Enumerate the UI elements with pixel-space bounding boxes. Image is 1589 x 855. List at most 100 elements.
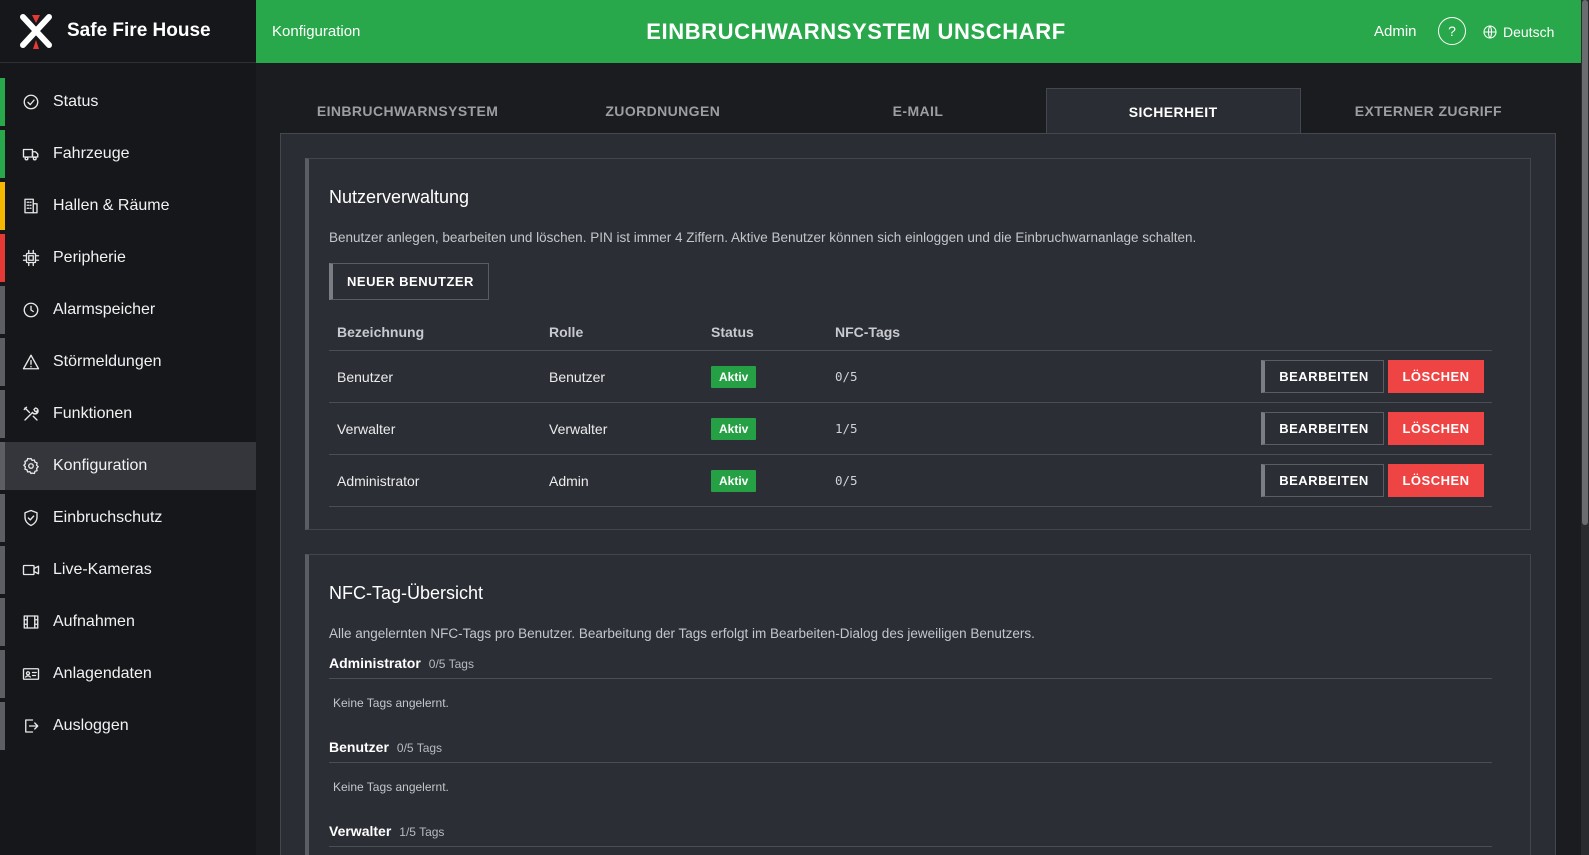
nfc-overview-card: NFC-Tag-Übersicht Alle angelernten NFC-T… [305,554,1531,855]
sidebar-nav: Status Fahrzeuge Hallen & Räume Peripher… [0,78,256,754]
table-row: Benutzer Benutzer Aktiv 0/5 BEARBEITEN L… [329,351,1492,403]
brand[interactable]: Safe Fire House [0,0,256,63]
user-name[interactable]: Admin [1374,23,1417,40]
users-table: Bezeichnung Rolle Status NFC-Tags Benutz… [329,313,1492,507]
app-name: Safe Fire House [67,20,211,41]
page-title: EINBRUCHWARNSYSTEM UNSCHARF [646,18,1066,44]
tab-zuordnungen[interactable]: ZUORDNUNGEN [535,88,790,134]
table-header: Bezeichnung Rolle Status NFC-Tags [329,313,1492,351]
sidebar-item-einbruchschutz[interactable]: Einbruchschutz [0,494,256,542]
nfc-group-benutzer: Benutzer 0/5 Tags Keine Tags angelernt. [329,739,1492,794]
column-header: Rolle [549,323,584,340]
sidebar-item-status[interactable]: Status [0,78,256,126]
globe-icon [1483,24,1497,39]
user-name-cell: Administrator [337,472,420,489]
sidebar-item-funktionen[interactable]: Funktionen [0,390,256,438]
table-row: Administrator Admin Aktiv 0/5 BEARBEITEN… [329,455,1492,507]
new-user-button[interactable]: NEUER BENUTZER [329,263,489,300]
row-actions: BEARBEITEN LÖSCHEN [1261,464,1484,497]
truck-icon [22,145,40,163]
status-indicator [0,494,5,542]
delete-button[interactable]: LÖSCHEN [1388,360,1484,393]
language-selector[interactable]: Deutsch [1482,24,1554,40]
edit-button[interactable]: BEARBEITEN [1261,412,1384,445]
sidebar-item-alarmspeicher[interactable]: Alarmspeicher [0,286,256,334]
shield-icon [22,509,40,527]
gear-icon [22,457,40,475]
sidebar-item-label: Ausloggen [53,717,129,734]
sidebar-item-anlagendaten[interactable]: Anlagendaten [0,650,256,698]
row-actions: BEARBEITEN LÖSCHEN [1261,412,1484,445]
sidebar-item-fahrzeuge[interactable]: Fahrzeuge [0,130,256,178]
nfc-group-name: Administrator [329,655,421,671]
status-indicator [0,650,5,698]
nfc-group-header: Verwalter 1/5 Tags [329,823,1492,847]
tab-sicherheit[interactable]: SICHERHEIT [1045,88,1301,134]
sidebar-item-label: Anlagendaten [53,665,152,682]
nfc-empty-message: Keine Tags angelernt. [333,780,449,794]
tab-email[interactable]: E-MAIL [790,88,1045,134]
column-header: Bezeichnung [337,323,425,340]
status-indicator [0,390,5,438]
sidebar-item-aufnahmen[interactable]: Aufnahmen [0,598,256,646]
row-actions: BEARBEITEN LÖSCHEN [1261,360,1484,393]
sidebar-item-label: Konfiguration [53,457,148,474]
user-name-cell: Benutzer [337,368,394,385]
status-indicator [0,182,5,230]
status-badge: Aktiv [711,469,757,492]
sidebar-item-hallen[interactable]: Hallen & Räume [0,182,256,230]
logout-icon [22,717,40,735]
status-badge: Aktiv [711,417,757,440]
nfc-group-header: Administrator 0/5 Tags [329,655,1492,679]
sidebar-item-live-kameras[interactable]: Live-Kameras [0,546,256,594]
chip-icon [22,249,40,267]
nfc-group-count: 1/5 Tags [399,825,445,839]
nfc-group-count: 0/5 Tags [396,741,443,755]
film-icon [22,613,40,631]
id-card-icon [22,665,40,683]
user-role-cell: Admin [549,472,589,489]
user-management-card: Nutzerverwaltung Benutzer anlegen, bearb… [305,158,1531,530]
sidebar-item-label: Funktionen [53,405,133,422]
delete-button[interactable]: LÖSCHEN [1388,464,1484,497]
sidebar: Safe Fire House Status Fahrzeuge Hallen … [0,0,256,855]
status-indicator [0,702,5,750]
edit-button[interactable]: BEARBEITEN [1261,464,1384,497]
status-indicator [0,338,5,386]
logo-icon [20,13,52,49]
nfc-group-name: Verwalter [329,823,392,839]
sidebar-item-label: Fahrzeuge [53,145,130,162]
tab-content: Nutzerverwaltung Benutzer anlegen, bearb… [280,133,1556,855]
status-indicator [0,286,5,334]
sidebar-item-label: Aufnahmen [53,613,135,630]
sidebar-item-label: Einbruchschutz [53,509,163,526]
scrollbar[interactable] [1581,0,1589,855]
edit-button[interactable]: BEARBEITEN [1261,360,1384,393]
nfc-group-header: Benutzer 0/5 Tags [329,739,1492,763]
tab-einbruchwarnsystem[interactable]: EINBRUCHWARNSYSTEM [280,88,535,134]
sidebar-item-label: Störmeldungen [53,353,162,370]
check-circle-icon [22,93,40,111]
status-indicator [0,598,5,646]
sidebar-item-label: Alarmspeicher [53,301,156,318]
tab-bar: EINBRUCHWARNSYSTEM ZUORDNUNGEN E-MAIL SI… [280,88,1556,134]
section-description: Alle angelernten NFC-Tags pro Benutzer. … [329,626,1035,641]
nfc-group-count: 0/5 Tags [428,657,474,671]
sidebar-item-peripherie[interactable]: Peripherie [0,234,256,282]
help-button[interactable]: ? [1438,17,1466,45]
tab-externer-zugriff[interactable]: EXTERNER ZUGRIFF [1301,88,1556,134]
user-role-cell: Verwalter [549,420,608,437]
sidebar-item-ausloggen[interactable]: Ausloggen [0,702,256,750]
sidebar-item-stoermeldungen[interactable]: Störmeldungen [0,338,256,386]
sidebar-item-label: Peripherie [53,249,126,266]
delete-button[interactable]: LÖSCHEN [1388,412,1484,445]
warning-icon [22,353,40,371]
status-indicator [0,78,5,126]
sidebar-item-konfiguration[interactable]: Konfiguration [0,442,256,490]
scrollbar-thumb[interactable] [1582,0,1588,525]
section-title: NFC-Tag-Übersicht [329,583,484,603]
building-icon [22,197,40,215]
nfc-group-name: Benutzer [329,739,389,755]
nfc-count-cell: 0/5 [835,369,858,384]
status-indicator [0,442,5,490]
